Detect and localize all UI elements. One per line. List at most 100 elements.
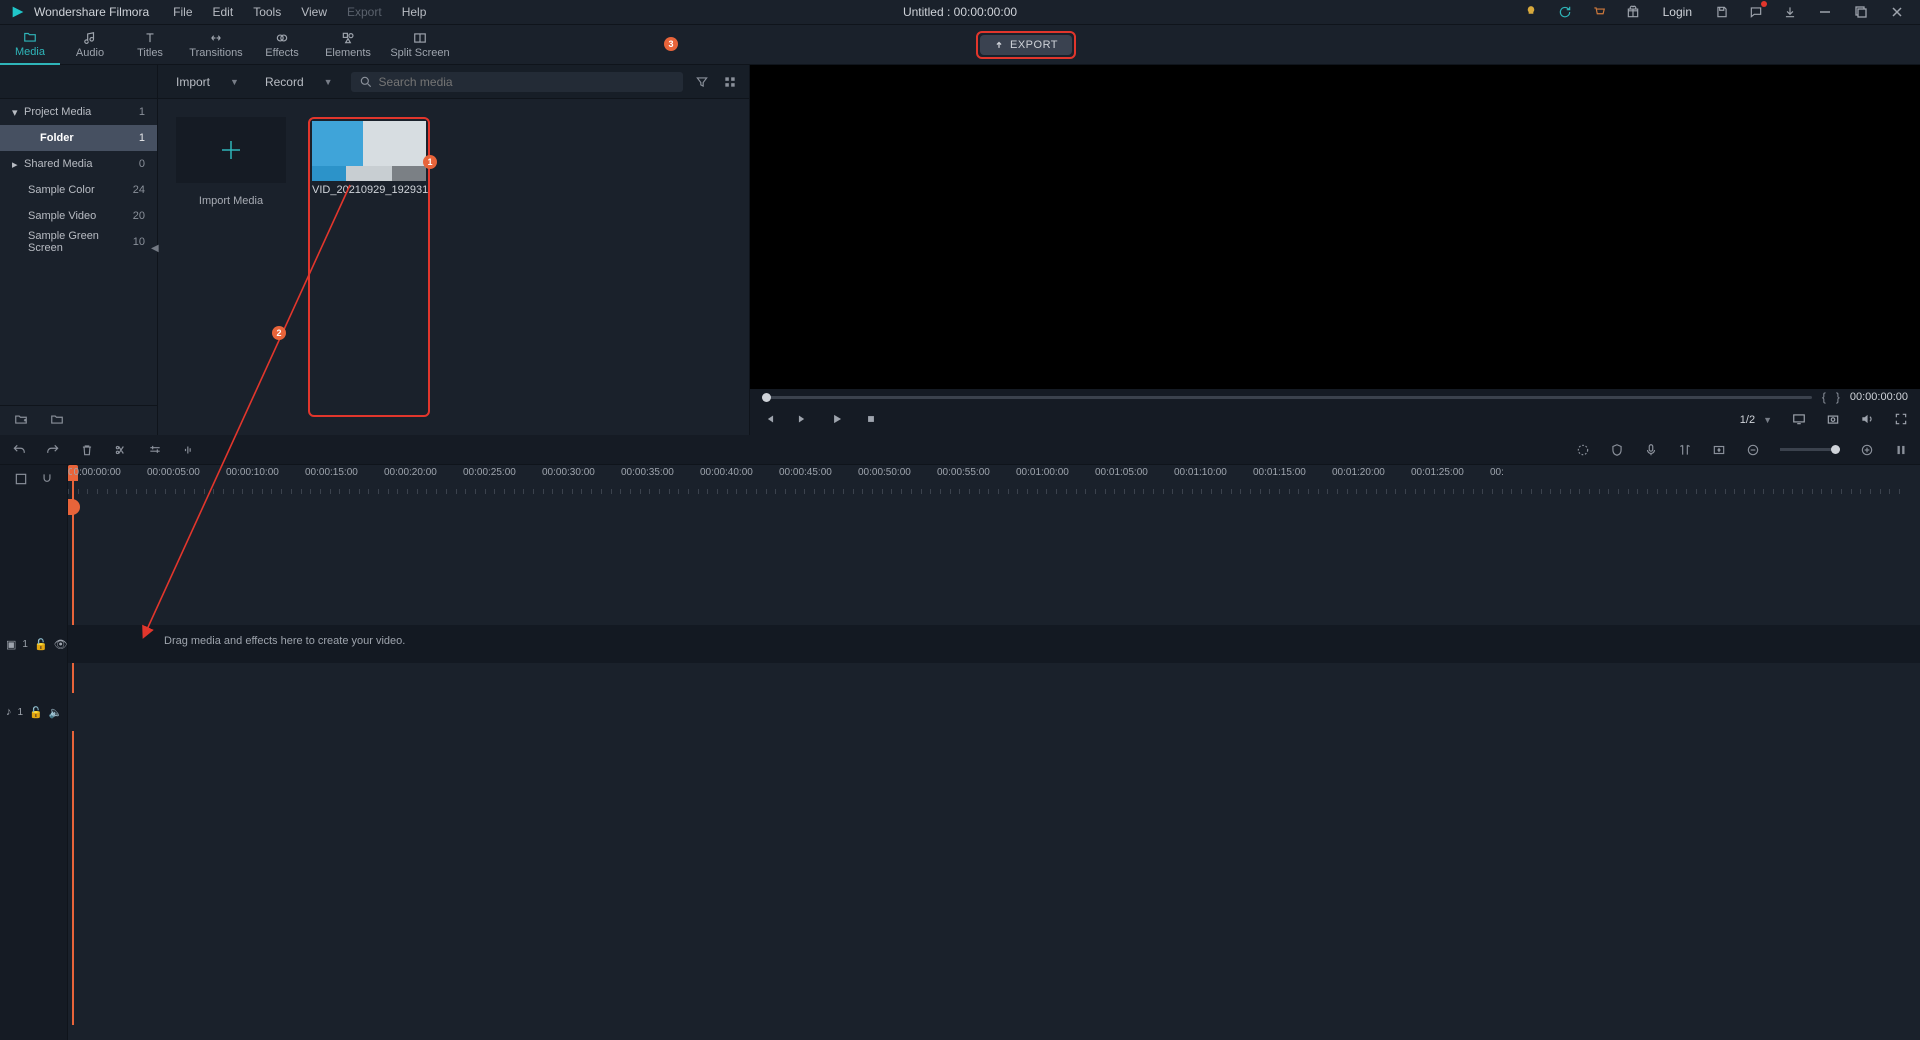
- voiceover-icon[interactable]: [1644, 443, 1658, 457]
- next-frame-button[interactable]: [796, 412, 810, 429]
- timeline-ruler-row: 00:00:00:0000:00:05:0000:00:10:0000:00:1…: [0, 465, 1920, 495]
- record-dropdown[interactable]: Record▼: [257, 71, 341, 93]
- zoom-knob[interactable]: [1831, 445, 1840, 454]
- menu-file[interactable]: File: [163, 1, 202, 23]
- folder-icon[interactable]: [50, 412, 64, 429]
- search-input[interactable]: [379, 75, 675, 89]
- import-media-tile[interactable]: Import Media: [176, 117, 286, 417]
- menu-view[interactable]: View: [291, 1, 337, 23]
- zoom-fit-icon[interactable]: [1894, 443, 1908, 457]
- clip-name: VID_20210929_192931: [312, 181, 426, 197]
- gift-icon[interactable]: [1625, 4, 1641, 20]
- audio-track-header[interactable]: ♪ 1 🔓 🔈: [0, 693, 68, 731]
- grid-view-icon[interactable]: [721, 73, 739, 91]
- timeline-area[interactable]: ▣ 1 🔓 👁 Drag media and effects here to c…: [68, 495, 1920, 1040]
- search-media[interactable]: [351, 72, 683, 92]
- tab-elements[interactable]: Elements: [312, 25, 384, 65]
- titlebar-right: Login: [1523, 3, 1920, 21]
- export-button-label: EXPORT: [1010, 39, 1058, 51]
- effects-icon: [275, 31, 289, 45]
- menu-help[interactable]: Help: [392, 1, 437, 23]
- tab-audio-label: Audio: [76, 47, 104, 59]
- mode-tabs: Media Audio Titles Transitions Effects E…: [0, 25, 1920, 65]
- scrub-knob[interactable]: [762, 393, 771, 402]
- render-icon[interactable]: [1576, 443, 1590, 457]
- snapshot-icon[interactable]: [1826, 412, 1840, 429]
- import-tile-label: Import Media: [199, 195, 263, 207]
- redo-button[interactable]: [46, 443, 60, 457]
- tab-audio[interactable]: Audio: [60, 25, 120, 65]
- side-sample-green[interactable]: Sample Green Screen10: [0, 229, 157, 255]
- audio-tools-button[interactable]: [182, 443, 196, 457]
- workspace-middle: ▾Project Media1 Folder1 ▸Shared Media0 S…: [0, 65, 1920, 435]
- side-sample-color[interactable]: Sample Color24: [0, 177, 157, 203]
- side-shared-media[interactable]: ▸Shared Media0: [0, 151, 157, 177]
- timeline-ruler[interactable]: 00:00:00:0000:00:05:0000:00:10:0000:00:1…: [68, 465, 1920, 495]
- close-button[interactable]: [1888, 3, 1906, 21]
- menu-tools[interactable]: Tools: [243, 1, 291, 23]
- preview-monitor-icon[interactable]: [1792, 412, 1806, 429]
- filter-icon[interactable]: [693, 73, 711, 91]
- zoom-slider[interactable]: [1780, 448, 1840, 451]
- new-folder-icon[interactable]: [14, 412, 28, 429]
- maximize-button[interactable]: [1852, 3, 1870, 21]
- snap-icon[interactable]: [40, 472, 54, 489]
- zoom-out-icon[interactable]: [1746, 443, 1760, 457]
- tab-transitions[interactable]: Transitions: [180, 25, 252, 65]
- login-link[interactable]: Login: [1659, 5, 1696, 19]
- video-track-header[interactable]: ▣ 1 🔓 👁: [0, 625, 68, 663]
- side-sample-video[interactable]: Sample Video20: [0, 203, 157, 229]
- lock-icon[interactable]: 🔓: [34, 638, 48, 651]
- side-folder[interactable]: Folder1: [0, 125, 157, 151]
- lock-icon[interactable]: 🔓: [29, 706, 43, 719]
- search-icon: [359, 75, 373, 89]
- eye-icon[interactable]: 👁: [54, 638, 68, 651]
- audio-track[interactable]: ♪ 1 🔓 🔈: [68, 693, 1920, 731]
- ruler-tick: 00:00:05:00: [147, 467, 200, 478]
- prev-frame-button[interactable]: [762, 412, 776, 429]
- ruler-tick: 00:00:35:00: [621, 467, 674, 478]
- mark-out-icon[interactable]: }: [1836, 390, 1840, 404]
- import-dropdown[interactable]: Import▼: [168, 71, 247, 93]
- ruler-tick: 00:01:10:00: [1174, 467, 1227, 478]
- refresh-icon[interactable]: [1557, 4, 1573, 20]
- split-button[interactable]: [114, 443, 128, 457]
- track-settings-icon[interactable]: [14, 472, 28, 489]
- export-button[interactable]: EXPORT: [980, 35, 1072, 55]
- speaker-icon[interactable]: 🔈: [49, 706, 63, 719]
- fullscreen-icon[interactable]: [1894, 412, 1908, 429]
- undo-button[interactable]: [12, 443, 26, 457]
- media-clip[interactable]: VID_20210929_192931 1: [308, 117, 430, 417]
- tab-split-screen[interactable]: Split Screen: [384, 25, 456, 65]
- menu-edit[interactable]: Edit: [203, 1, 244, 23]
- mark-in-icon[interactable]: {: [1822, 390, 1826, 404]
- ruler-tick: 00:00:20:00: [384, 467, 437, 478]
- ruler-tick: 00:00:25:00: [463, 467, 516, 478]
- tab-titles[interactable]: Titles: [120, 25, 180, 65]
- tab-effects[interactable]: Effects: [252, 25, 312, 65]
- preview-quality[interactable]: 1/2▼: [1740, 414, 1772, 426]
- zoom-in-icon[interactable]: [1860, 443, 1874, 457]
- keyframe-icon[interactable]: [1712, 443, 1726, 457]
- audio-mixer-icon[interactable]: [1678, 443, 1692, 457]
- preview-screen[interactable]: [750, 65, 1920, 389]
- tips-icon[interactable]: [1523, 4, 1539, 20]
- ruler-tick: 00:00:40:00: [700, 467, 753, 478]
- playhead-flag[interactable]: [68, 499, 80, 515]
- side-project-media[interactable]: ▾Project Media1: [0, 99, 157, 125]
- edit-tools-button[interactable]: [148, 443, 162, 457]
- stop-button[interactable]: [864, 412, 878, 429]
- cart-icon[interactable]: [1591, 4, 1607, 20]
- tab-media[interactable]: Media: [0, 25, 60, 65]
- download-icon[interactable]: [1782, 4, 1798, 20]
- save-icon[interactable]: [1714, 4, 1730, 20]
- volume-icon[interactable]: [1860, 412, 1874, 429]
- delete-button[interactable]: [80, 443, 94, 457]
- message-icon[interactable]: [1748, 4, 1764, 20]
- preview-scrub-track[interactable]: [762, 396, 1812, 399]
- play-button[interactable]: [830, 412, 844, 429]
- ruler-tick: 00:01:20:00: [1332, 467, 1385, 478]
- tab-elements-label: Elements: [325, 47, 371, 59]
- minimize-button[interactable]: [1816, 3, 1834, 21]
- marker-shield-icon[interactable]: [1610, 443, 1624, 457]
